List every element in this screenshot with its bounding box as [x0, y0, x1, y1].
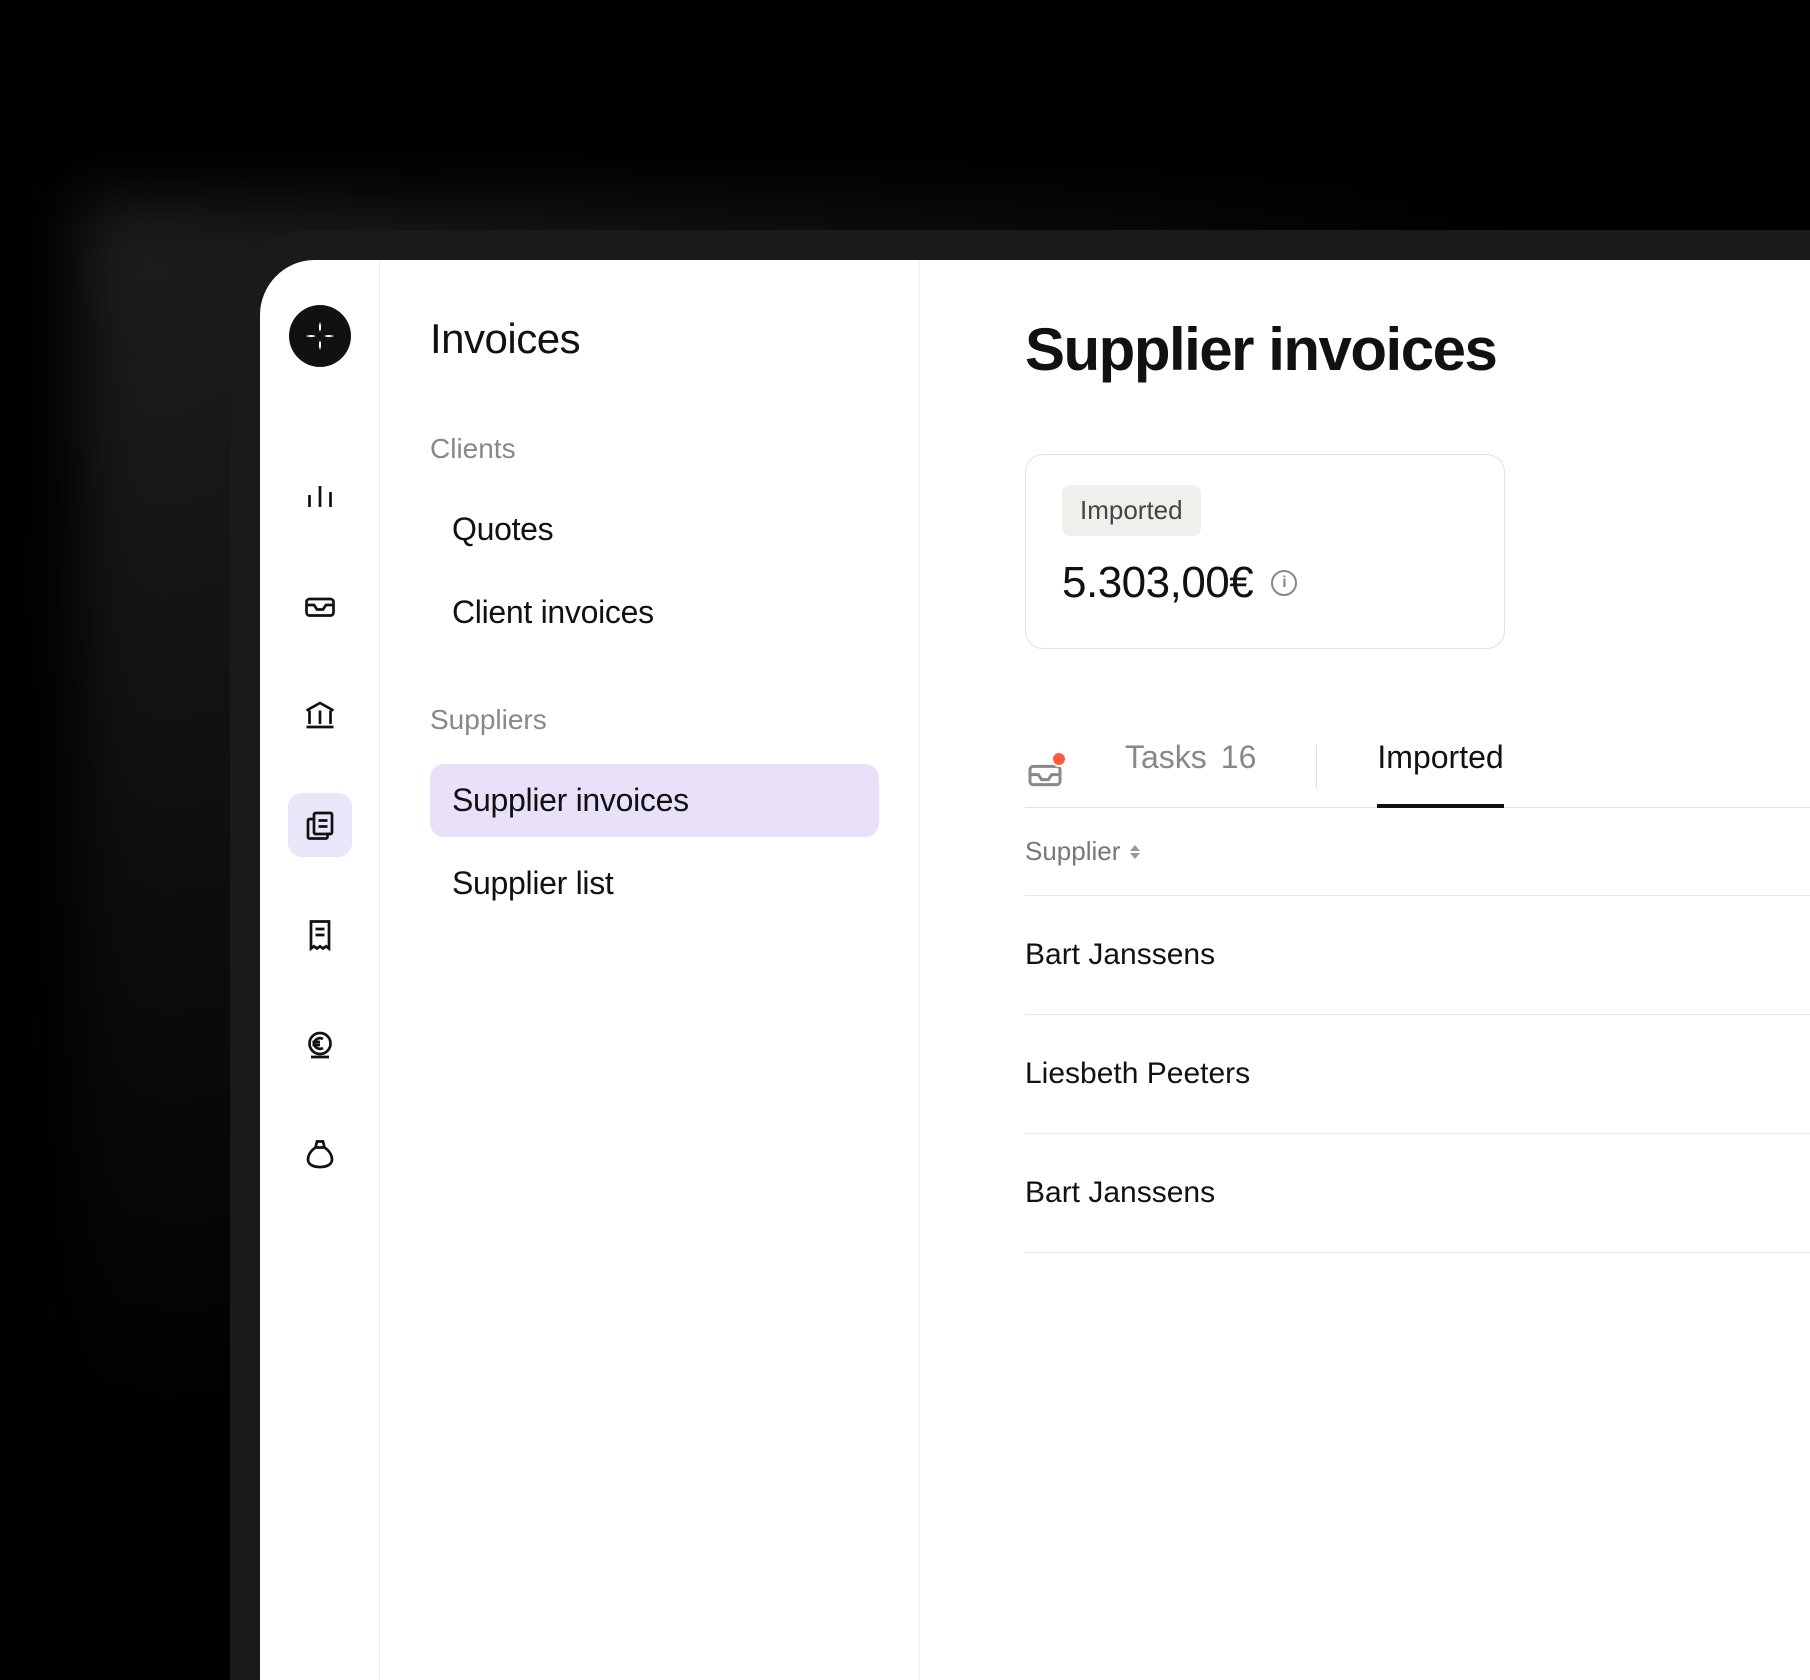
table-row[interactable]: Bart Janssens — [1025, 896, 1810, 1015]
table-row[interactable]: Liesbeth Peeters — [1025, 1015, 1810, 1134]
nav-item-client-invoices[interactable]: Client invoices — [430, 576, 879, 649]
nav-item-supplier-list[interactable]: Supplier list — [430, 847, 879, 920]
inbox-icon — [302, 587, 338, 623]
notification-dot — [1051, 751, 1067, 767]
summary-badge: Imported — [1062, 485, 1201, 536]
tab-divider — [1316, 745, 1317, 789]
summary-amount: 5.303,00€ — [1062, 558, 1253, 608]
info-icon[interactable]: i — [1271, 570, 1297, 596]
page-title: Supplier invoices — [1025, 315, 1810, 384]
rail-savings[interactable] — [288, 1123, 352, 1187]
bank-icon — [302, 697, 338, 733]
tab-imported-label: Imported — [1377, 739, 1503, 776]
receipt-icon — [302, 917, 338, 953]
euro-circle-icon — [302, 1027, 338, 1063]
col-supplier-label: Supplier — [1025, 836, 1120, 867]
nav-section-clients: Clients Quotes Client invoices — [430, 433, 879, 649]
bar-chart-icon — [302, 477, 338, 513]
tab-tasks-label: Tasks — [1125, 739, 1207, 776]
rail-receipts[interactable] — [288, 903, 352, 967]
nav-section-suppliers: Suppliers Supplier invoices Supplier lis… — [430, 704, 879, 920]
table-row[interactable]: Bart Janssens — [1025, 1134, 1810, 1253]
document-copy-icon — [302, 807, 338, 843]
rail-analytics[interactable] — [288, 463, 352, 527]
rail-inbox[interactable] — [288, 573, 352, 637]
summary-card-imported: Imported 5.303,00€ i — [1025, 454, 1505, 649]
money-bag-icon — [302, 1137, 338, 1173]
tab-tasks[interactable]: Tasks 16 — [1125, 739, 1256, 808]
rail-euro[interactable] — [288, 1013, 352, 1077]
cell-supplier: Bart Janssens — [1025, 1176, 1215, 1209]
summary-value: 5.303,00€ i — [1062, 558, 1468, 608]
sort-icon — [1130, 845, 1140, 859]
rail-bank[interactable] — [288, 683, 352, 747]
tabs: Tasks 16 Imported — [1025, 739, 1810, 808]
table-header: Supplier — [1025, 808, 1810, 896]
app-screen: Invoices Clients Quotes Client invoices … — [260, 260, 1810, 1680]
tab-tasks-count: 16 — [1221, 739, 1257, 776]
rail-invoices[interactable] — [288, 793, 352, 857]
app-logo[interactable] — [289, 305, 351, 367]
tab-inbox[interactable] — [1025, 753, 1065, 793]
cell-supplier: Bart Janssens — [1025, 938, 1215, 971]
nav-item-supplier-invoices[interactable]: Supplier invoices — [430, 764, 879, 837]
col-header-supplier[interactable]: Supplier — [1025, 836, 1140, 867]
cell-supplier: Liesbeth Peeters — [1025, 1057, 1250, 1090]
nav-section-label-suppliers: Suppliers — [430, 704, 879, 736]
main-content: Supplier invoices Imported 5.303,00€ i T… — [920, 260, 1810, 1680]
nav-section-label-clients: Clients — [430, 433, 879, 465]
tab-imported[interactable]: Imported — [1377, 739, 1503, 808]
secondary-nav: Invoices Clients Quotes Client invoices … — [380, 260, 920, 1680]
icon-rail — [260, 260, 380, 1680]
logo-icon — [303, 319, 337, 353]
device-frame: Invoices Clients Quotes Client invoices … — [230, 230, 1810, 1680]
nav-title: Invoices — [430, 315, 879, 363]
nav-item-quotes[interactable]: Quotes — [430, 493, 879, 566]
